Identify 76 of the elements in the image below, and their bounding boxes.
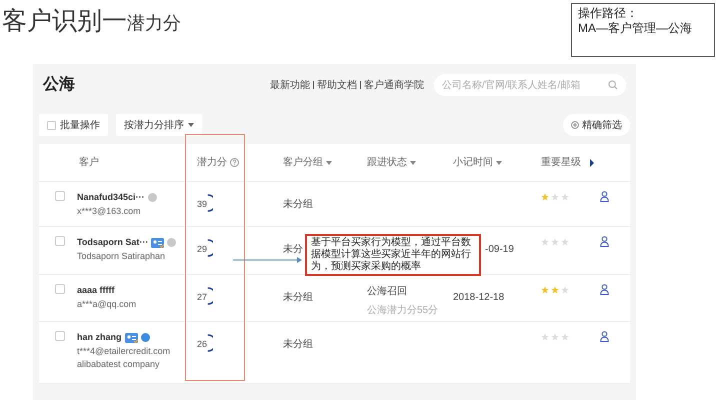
slide-title: 客户识别一潜力分 <box>1 6 182 37</box>
score-value: 29 <box>197 243 208 256</box>
group-value: 未分组 <box>283 199 313 210</box>
header-link[interactable]: 最新功能 <box>270 78 310 92</box>
score-value: 39 <box>197 198 208 212</box>
search-icon[interactable] <box>608 80 618 90</box>
star-icon <box>561 238 569 246</box>
customer-detail: x***3@163.com <box>77 204 142 218</box>
star-icon <box>541 333 549 341</box>
person-icon[interactable] <box>600 331 609 342</box>
customer-detail: Todsaporn Satiraphan <box>77 250 166 262</box>
note-time: 2018-12-18 <box>453 292 504 303</box>
row-checkbox[interactable] <box>55 331 65 341</box>
search-field[interactable]: 公司名称/官网/联系人姓名/邮箱 <box>442 78 608 92</box>
score-arc-icon <box>207 334 214 352</box>
person-icon[interactable] <box>600 284 609 295</box>
person-icon[interactable] <box>600 191 609 202</box>
sort-caret-icon[interactable] <box>326 160 332 164</box>
customer-detail: a***a@qq.com <box>77 298 138 310</box>
callout-note: 基于平台买家行为模型，通过平台数据模型计算这些买家近半年的网站行为，预测买家采购的概率 <box>305 234 481 276</box>
row-checkbox[interactable] <box>55 284 65 294</box>
star-icon <box>561 193 569 201</box>
score-arc-icon <box>207 287 214 305</box>
group-value: 未分 <box>283 244 303 255</box>
page-heading: 公海 <box>43 74 75 95</box>
filter-button[interactable]: 精确筛选 <box>563 114 630 136</box>
customer-name[interactable]: Nanafud345ci··· <box>77 191 145 204</box>
star-icon <box>541 286 549 294</box>
column-header: 潜力分 <box>197 156 227 170</box>
status-note: 公海潜力分55分 <box>367 304 440 318</box>
star-icon <box>551 333 559 341</box>
column-header: 跟进状态 <box>367 156 407 170</box>
customer-name[interactable]: aaaa fffff <box>77 284 115 298</box>
id-card-icon <box>124 332 138 343</box>
header-link[interactable]: 帮助文档 <box>317 78 357 92</box>
star-icon <box>551 286 559 294</box>
group-value: 未分组 <box>283 292 313 303</box>
id-card-icon <box>151 238 164 248</box>
sort-caret-icon[interactable] <box>496 160 502 164</box>
checkbox[interactable] <box>47 120 56 130</box>
star-icon <box>541 238 549 246</box>
column-header: 小记时间 <box>453 156 493 170</box>
help-icon[interactable] <box>230 158 239 167</box>
header-link[interactable]: 客户通商学院 <box>364 78 424 92</box>
group-value: 未分组 <box>283 339 313 350</box>
customer-detail: t***4@etailercredit.com <box>77 344 172 358</box>
score-arc-icon <box>207 194 214 212</box>
batch-button[interactable]: 批量操作 <box>39 114 108 136</box>
customer-name[interactable]: Todsaporn Sat··· <box>77 236 148 250</box>
pointer-arrow <box>233 256 303 264</box>
search-bar[interactable]: 公司名称/官网/联系人姓名/邮箱 <box>434 74 626 96</box>
note-time: -09-19 <box>485 244 514 255</box>
star-icon <box>561 333 569 341</box>
person-icon[interactable] <box>600 236 609 247</box>
score-arc-icon <box>207 239 214 257</box>
score-value: 26 <box>197 338 208 352</box>
row-checkbox[interactable] <box>55 236 65 246</box>
path-label: 操作路径： <box>578 6 639 21</box>
star-icon <box>561 286 569 294</box>
plus-circle-icon <box>571 121 579 129</box>
customer-name[interactable]: han zhang <box>77 331 122 344</box>
star-icon <box>551 238 559 246</box>
column-header: 客户 <box>79 156 99 170</box>
caret-icon <box>188 123 194 127</box>
sort-caret-icon[interactable] <box>410 160 416 164</box>
row-checkbox[interactable] <box>55 191 65 201</box>
sort-dropdown[interactable]: 按潜力分排序 <box>116 114 202 136</box>
status-value: 公海召回 <box>367 285 408 299</box>
customer-detail: alibabatest company <box>77 358 161 370</box>
star-icon <box>541 193 549 201</box>
path-text: MA—客户管理—公海 <box>578 21 693 36</box>
scroll-right-icon[interactable] <box>590 158 594 166</box>
column-header: 客户分组 <box>283 156 323 170</box>
score-value: 27 <box>197 291 208 304</box>
star-icon <box>551 193 559 201</box>
column-header: 重要星级 <box>541 156 581 170</box>
